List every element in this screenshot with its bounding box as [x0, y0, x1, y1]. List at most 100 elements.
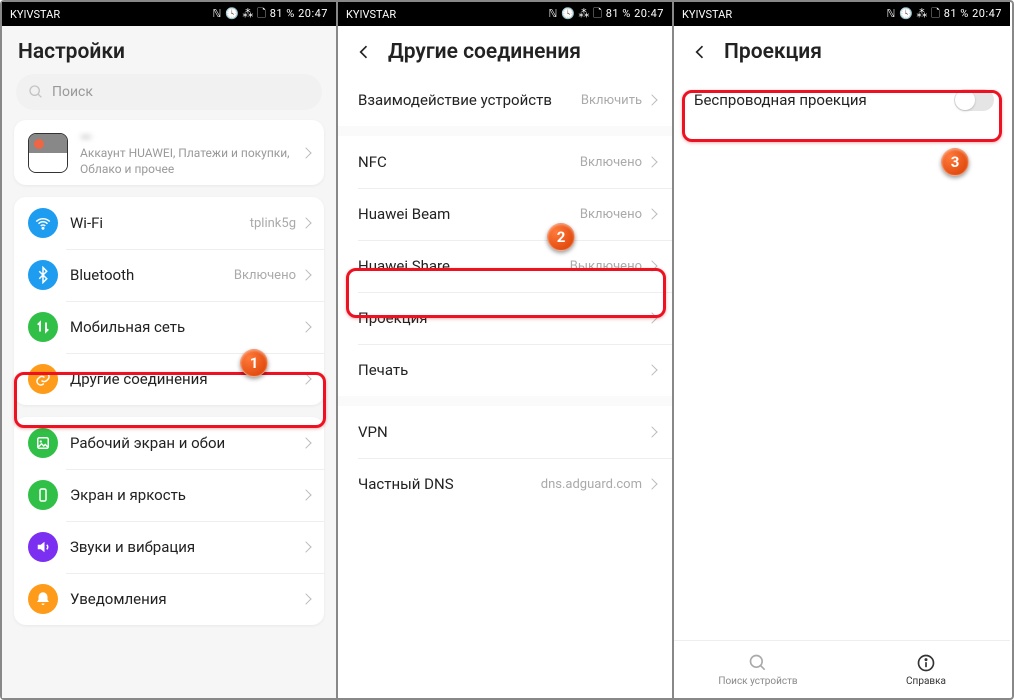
- row-label: Проекция: [358, 309, 648, 327]
- page-title: Проекция: [724, 40, 822, 64]
- chevron-right-icon: [646, 426, 657, 437]
- back-icon[interactable]: [690, 42, 710, 62]
- row-private-dns[interactable]: Частный DNSdns.adguard.com: [338, 458, 672, 510]
- row-value: Включено: [580, 155, 642, 170]
- chevron-right-icon: [300, 438, 311, 449]
- page-title: Другие соединения: [388, 40, 581, 64]
- row-label: VPN: [358, 423, 648, 441]
- sound-icon: [28, 532, 58, 562]
- row-huawei-beam[interactable]: Huawei BeamВключено: [338, 188, 672, 240]
- chevron-right-icon: [646, 260, 657, 271]
- panel-other-connections: KYIVSTAR ℕ 🕓 ⁂ 🗋 81 % 20:47 Другие соеди…: [338, 2, 674, 698]
- row-value: Выключено: [570, 259, 642, 274]
- badge-1: 1: [240, 349, 268, 377]
- tab-label: Справка: [906, 676, 946, 687]
- header: Проекция: [674, 26, 1010, 74]
- row-value: tplink5g: [250, 216, 296, 231]
- row-value: Включено: [234, 268, 296, 283]
- row-label: Wi-Fi: [70, 214, 250, 232]
- header: Настройки: [2, 26, 336, 74]
- chevron-right-icon: [646, 94, 657, 105]
- row-value: Включено: [580, 207, 642, 222]
- chevron-right-icon: [300, 147, 311, 158]
- row-projection[interactable]: Проекция: [338, 292, 672, 344]
- search-input[interactable]: Поиск: [16, 74, 322, 110]
- status-carrier: KYIVSTAR: [346, 8, 396, 21]
- search-icon: [28, 84, 44, 100]
- row-label: Huawei Beam: [358, 205, 580, 223]
- back-icon[interactable]: [354, 42, 374, 62]
- status-bar: KYIVSTAR ℕ 🕓 ⁂ 🗋 81 % 20:47: [674, 2, 1010, 26]
- status-carrier: KYIVSTAR: [10, 8, 60, 21]
- tab-help[interactable]: Справка: [842, 641, 1010, 698]
- account-name: —: [80, 128, 302, 146]
- row-label: Bluetooth: [70, 266, 234, 284]
- avatar-icon: [28, 133, 68, 173]
- tab-label: Поиск устройств: [718, 676, 797, 687]
- row-label: Уведомления: [70, 590, 302, 608]
- bell-icon: [28, 584, 58, 614]
- bluetooth-icon: [28, 260, 58, 290]
- status-carrier: KYIVSTAR: [682, 8, 732, 21]
- account-card[interactable]: — Аккаунт HUAWEI, Платежи и покупки, Обл…: [14, 120, 324, 185]
- row-mobile[interactable]: Мобильная сеть: [14, 301, 324, 353]
- page-title: Настройки: [18, 40, 125, 64]
- tab-search-devices[interactable]: Поиск устройств: [674, 641, 842, 698]
- row-label: Другие соединения: [70, 370, 302, 388]
- bottom-bar: Поиск устройств Справка: [674, 640, 1010, 698]
- status-right: ℕ 🕓 ⁂ 🗋 81 % 20:47: [212, 5, 328, 24]
- row-label: Частный DNS: [358, 475, 541, 493]
- chevron-right-icon: [646, 364, 657, 375]
- row-wifi[interactable]: Wi-Fi tplink5g: [14, 197, 324, 249]
- header: Другие соединения: [338, 26, 672, 74]
- chevron-right-icon: [300, 374, 311, 385]
- status-bar: KYIVSTAR ℕ 🕓 ⁂ 🗋 81 % 20:47: [338, 2, 672, 26]
- chevron-right-icon: [646, 156, 657, 167]
- row-label: Мобильная сеть: [70, 318, 302, 336]
- display-icon: [28, 480, 58, 510]
- row-label: Экран и яркость: [70, 486, 302, 504]
- network-card: Wi-Fi tplink5g Bluetooth Включено Мобиль…: [14, 197, 324, 405]
- chevron-right-icon: [646, 478, 657, 489]
- row-label: Рабочий экран и обои: [70, 434, 302, 452]
- row-value: Включить: [581, 93, 642, 108]
- status-right: ℕ 🕓 ⁂ 🗋 81 % 20:47: [886, 5, 1002, 24]
- toggle-switch[interactable]: [954, 89, 994, 111]
- row-value: dns.adguard.com: [541, 477, 642, 492]
- chevron-right-icon: [300, 542, 311, 553]
- row-wallpaper[interactable]: Рабочий экран и обои: [14, 417, 324, 469]
- row-wireless-projection[interactable]: Беспроводная проекция: [674, 74, 1010, 126]
- row-display[interactable]: Экран и яркость: [14, 469, 324, 521]
- chevron-right-icon: [300, 594, 311, 605]
- link-icon: [28, 364, 58, 394]
- chevron-right-icon: [300, 490, 311, 501]
- row-bluetooth[interactable]: Bluetooth Включено: [14, 249, 324, 301]
- row-huawei-share[interactable]: Huawei ShareВыключено: [338, 240, 672, 292]
- chevron-right-icon: [300, 270, 311, 281]
- display-card: Рабочий экран и обои Экран и яркость Зву…: [14, 417, 324, 625]
- panel-projection: KYIVSTAR ℕ 🕓 ⁂ 🗋 81 % 20:47 Проекция Бес…: [674, 2, 1010, 698]
- row-notifications[interactable]: Уведомления: [14, 573, 324, 625]
- row-other-connections[interactable]: Другие соединения: [14, 353, 324, 405]
- row-label: Huawei Share: [358, 257, 570, 275]
- status-right: ℕ 🕓 ⁂ 🗋 81 % 20:47: [548, 5, 664, 24]
- row-label: Звуки и вибрация: [70, 538, 302, 556]
- status-bar: KYIVSTAR ℕ 🕓 ⁂ 🗋 81 % 20:47: [2, 2, 336, 26]
- panel-settings: KYIVSTAR ℕ 🕓 ⁂ 🗋 81 % 20:47 Настройки По…: [2, 2, 338, 698]
- row-label: Печать: [358, 361, 648, 379]
- row-sound[interactable]: Звуки и вибрация: [14, 521, 324, 573]
- badge-3: 3: [941, 148, 969, 176]
- wallpaper-icon: [28, 428, 58, 458]
- row-device-interaction[interactable]: Взаимодействие устройствВключить: [338, 74, 672, 126]
- row-vpn[interactable]: VPN: [338, 406, 672, 458]
- chevron-right-icon: [646, 312, 657, 323]
- info-icon: [916, 653, 936, 673]
- search-icon: [748, 653, 768, 673]
- gap: [338, 396, 672, 406]
- chevron-right-icon: [300, 218, 311, 229]
- row-label: Взаимодействие устройств: [358, 91, 581, 109]
- row-nfc[interactable]: NFCВключено: [338, 136, 672, 188]
- row-print[interactable]: Печать: [338, 344, 672, 396]
- row-label: Беспроводная проекция: [694, 91, 954, 109]
- mobile-data-icon: [28, 312, 58, 342]
